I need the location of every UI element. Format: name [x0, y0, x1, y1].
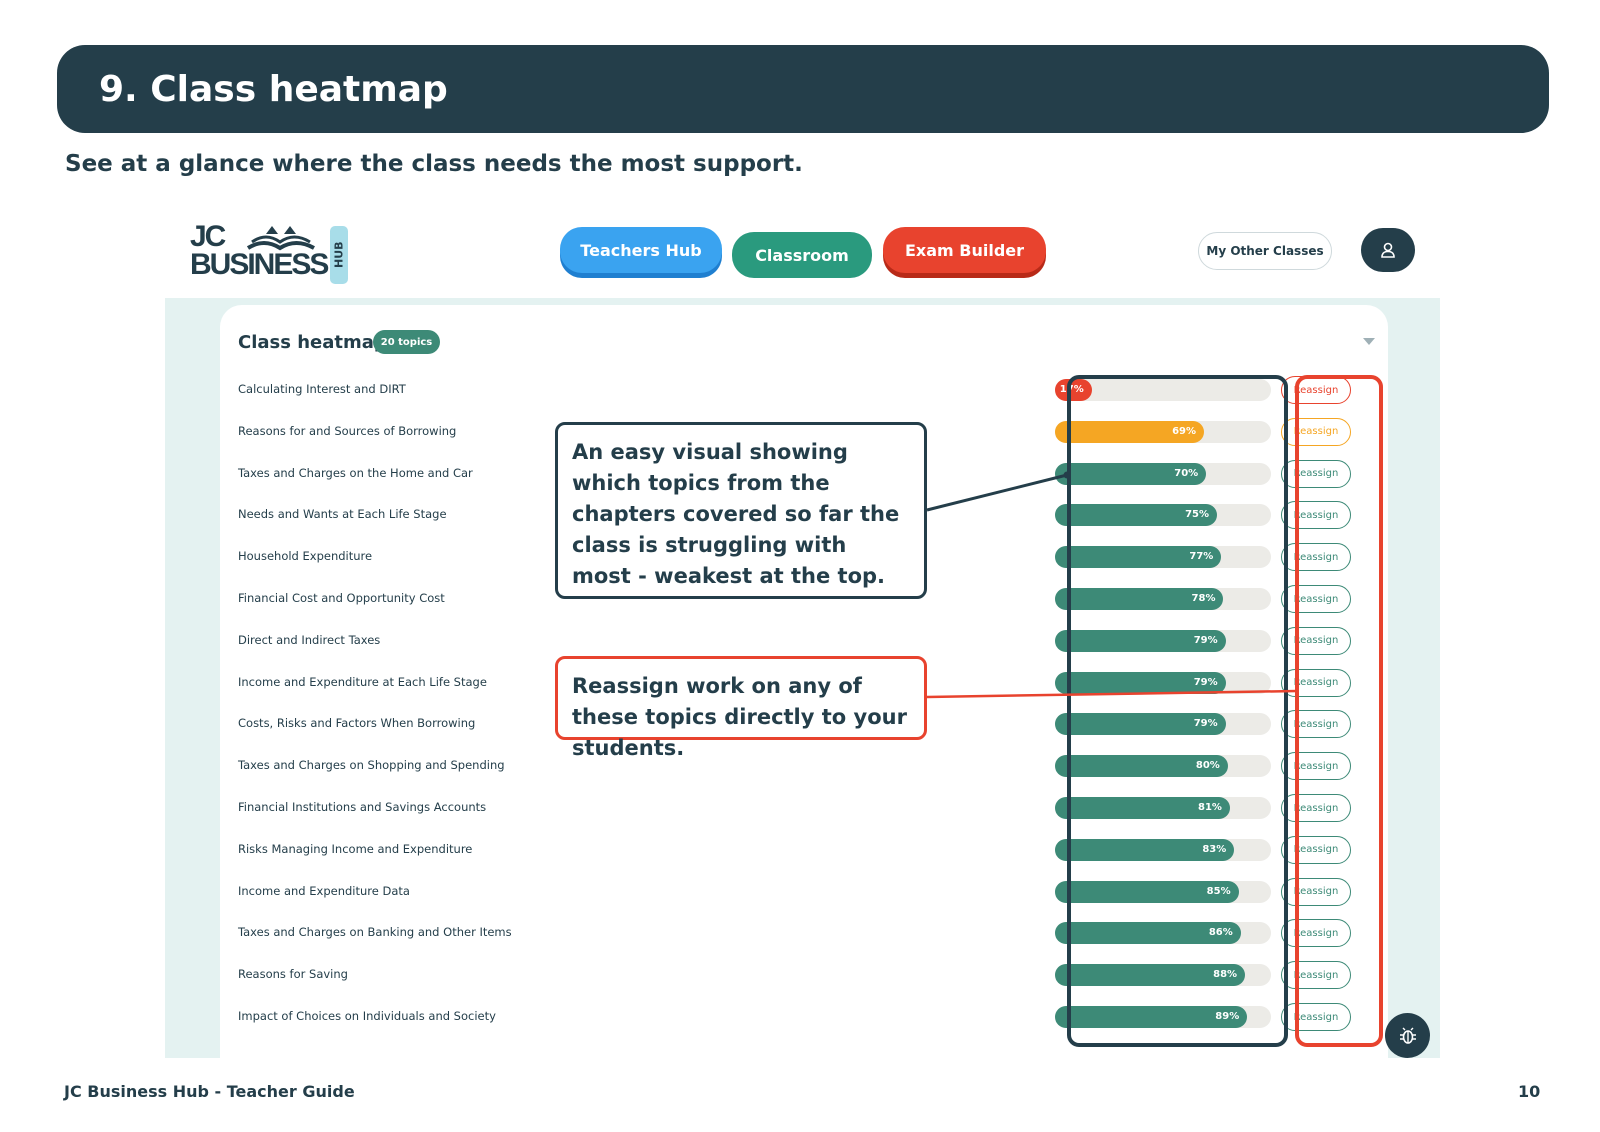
heatmap-title: Class heatmap: [238, 332, 387, 353]
topic-label: Needs and Wants at Each Life Stage: [238, 507, 447, 522]
exam-builder-button[interactable]: Exam Builder: [883, 227, 1046, 273]
topic-label: Financial Institutions and Savings Accou…: [238, 800, 487, 814]
footer-guide-title: JC Business Hub - Teacher Guide: [64, 1082, 355, 1101]
topic-label: Income and Expenditure at Each Life Stag…: [238, 674, 487, 689]
callout-visual: An easy visual showing which topics from…: [555, 422, 927, 599]
user-icon: [1381, 242, 1395, 258]
section-header: 9. Class heatmap: [57, 45, 1549, 133]
topic-label: Household Expenditure: [238, 549, 373, 564]
teachers-hub-button[interactable]: Teachers Hub: [560, 227, 722, 273]
topic-label: Income and Expenditure Data: [238, 883, 410, 898]
bars-highlight-frame: [1067, 375, 1288, 1047]
my-other-classes-button[interactable]: My Other Classes: [1198, 232, 1332, 270]
section-subtitle: See at a glance where the class needs th…: [65, 151, 803, 177]
logo-hub-tag: HUB: [330, 226, 348, 284]
topic-label: Financial Cost and Opportunity Cost: [238, 591, 445, 605]
topic-label: Reasons for and Sources of Borrowing: [238, 423, 457, 438]
bug-icon: [1399, 1027, 1416, 1044]
topic-label: Taxes and Charges on Shopping and Spendi…: [238, 758, 505, 773]
logo-text-business: BUSINESS: [190, 248, 329, 281]
profile-button[interactable]: [1361, 228, 1415, 272]
topic-label: Taxes and Charges on the Home and Car: [238, 465, 473, 480]
classroom-button[interactable]: Classroom: [732, 232, 872, 278]
section-title: 9. Class heatmap: [99, 69, 448, 110]
topic-label: Impact of Choices on Individuals and Soc…: [238, 1009, 496, 1023]
topic-label: Reasons for Saving: [238, 967, 348, 982]
callout-reassign: Reassign work on any of these topics dir…: [555, 656, 927, 760]
report-bug-button[interactable]: [1385, 1013, 1430, 1058]
app-logo[interactable]: JC BUSINESS HUB: [190, 220, 360, 285]
topic-label: Costs, Risks and Factors When Borrowing: [238, 716, 476, 731]
topic-label: Direct and Indirect Taxes: [238, 632, 381, 647]
topic-label: Taxes and Charges on Banking and Other I…: [238, 925, 512, 940]
topics-count-badge: 20 topics: [373, 330, 440, 354]
reassign-highlight-frame: [1295, 375, 1383, 1047]
collapse-caret-icon[interactable]: [1363, 338, 1375, 345]
page-number: 10: [1518, 1082, 1541, 1101]
app-top-bar: JC BUSINESS HUB Teachers Hub Classroom E…: [165, 210, 1440, 298]
topic-label: Calculating Interest and DIRT: [238, 382, 406, 396]
topic-label: Risks Managing Income and Expenditure: [238, 841, 473, 856]
